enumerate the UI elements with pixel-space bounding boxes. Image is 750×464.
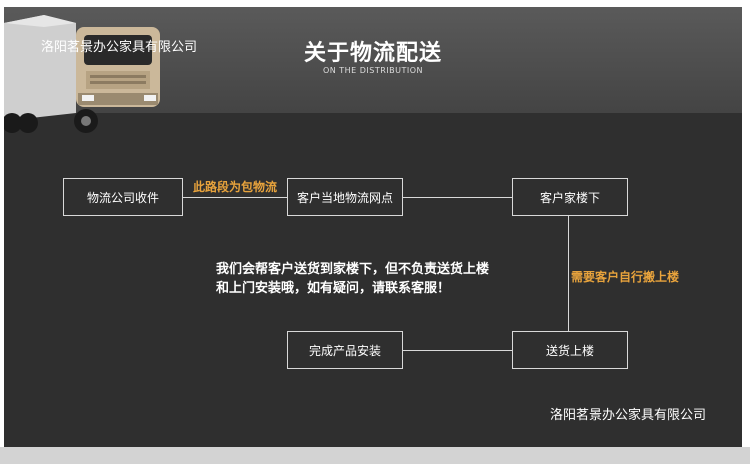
connector-outlet-to-downstairs xyxy=(402,197,512,198)
header-banner: 洛阳茗景办公家具有限公司 关于物流配送 ON THE DISTRIBUTION xyxy=(4,7,742,133)
step-pickup: 物流公司收件 xyxy=(63,178,183,216)
bottom-strip xyxy=(0,447,750,464)
company-name-bottom: 洛阳茗景办公家具有限公司 xyxy=(549,408,706,423)
connector-downstairs-to-upstairs xyxy=(568,215,569,331)
page-title: 关于物流配送 xyxy=(303,41,442,66)
step-local-outlet: 客户当地物流网点 xyxy=(287,178,403,216)
content-panel: 洛阳茗景办公家具有限公司 关于物流配送 ON THE DISTRIBUTION … xyxy=(4,7,742,447)
note-customer-carry: 需要客户自行搬上楼 xyxy=(571,270,680,284)
page-subtitle: ON THE DISTRIBUTION xyxy=(322,66,424,75)
connector-upstairs-to-install xyxy=(402,350,512,351)
step-install: 完成产品安装 xyxy=(287,331,403,369)
notice-line-2: 和上门安装哦，如有疑问，请联系客服！ xyxy=(216,281,451,296)
notice-message: 我们会帮客户送货到家楼下，但不负责送货上楼 和上门安装哦，如有疑问，请联系客服！ xyxy=(216,260,489,298)
note-logistics-included: 此路段为包物流 xyxy=(193,180,278,194)
connector-pickup-to-outlet xyxy=(182,197,287,198)
step-downstairs: 客户家楼下 xyxy=(512,178,628,216)
step-delivery-upstairs: 送货上楼 xyxy=(512,331,628,369)
notice-line-1: 我们会帮客户送货到家楼下，但不负责送货上楼 xyxy=(216,262,490,277)
truck-icon xyxy=(4,15,160,133)
